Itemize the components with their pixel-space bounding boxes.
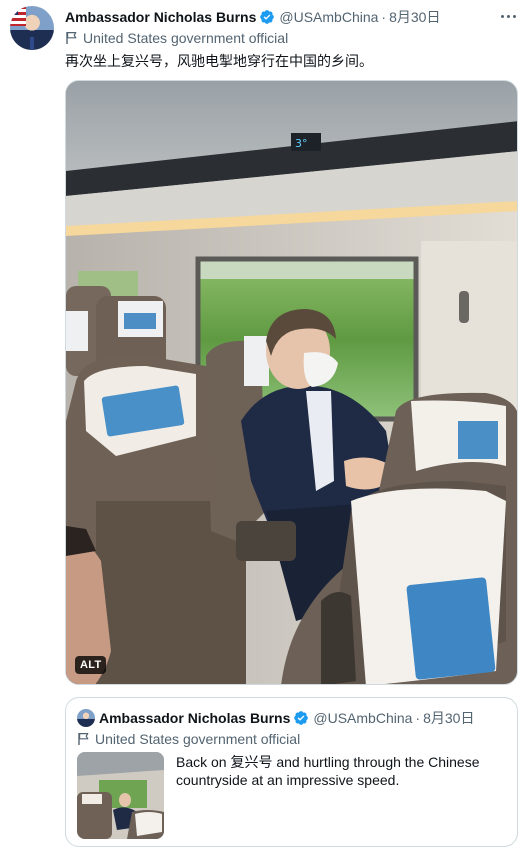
author-handle[interactable]: @USAmbChina (279, 9, 378, 25)
government-flag-icon (78, 733, 89, 745)
tweet[interactable]: Ambassador Nicholas Burns @USAmbChina · … (0, 0, 531, 853)
government-flag-icon (66, 32, 77, 44)
alt-text-badge[interactable]: ALT (75, 656, 107, 674)
quoted-affiliation-label: United States government official (77, 731, 300, 747)
quoted-tweet-thumbnail (77, 752, 164, 839)
tweet-photo[interactable]: 3° ALT (65, 80, 518, 685)
verified-badge-icon (260, 10, 275, 24)
tweet-text: 再次坐上复兴号，风驰电掣地穿行在中国的乡间。 (65, 53, 373, 69)
quoted-tweet-date: 8月30日 (423, 710, 475, 726)
quoted-tweet-header: Ambassador Nicholas Burns @USAmbChina · … (99, 708, 474, 728)
quoted-author-handle: @USAmbChina (313, 710, 413, 726)
tweet-date[interactable]: 8月30日 (389, 7, 440, 27)
verified-badge-icon (294, 711, 309, 725)
quoted-affiliation-text: United States government official (95, 731, 301, 747)
affiliation-text: United States government official (83, 30, 289, 46)
more-options-icon[interactable] (497, 6, 519, 26)
quoted-author-avatar (77, 709, 95, 727)
avatar-tie (30, 37, 34, 50)
quoted-tweet-text: Back on 复兴号 and hurtling through the Chi… (176, 754, 480, 788)
author-avatar[interactable] (10, 6, 54, 50)
svg-text:3°: 3° (295, 137, 308, 150)
affiliation-label[interactable]: United States government official (65, 30, 288, 46)
tweet-header: Ambassador Nicholas Burns @USAmbChina · … (65, 7, 440, 27)
separator-dot: · (415, 710, 421, 726)
quoted-author-name: Ambassador Nicholas Burns (99, 710, 291, 726)
quoted-tweet[interactable]: Ambassador Nicholas Burns @USAmbChina · … (65, 697, 518, 847)
us-flag-graphic (10, 6, 26, 26)
separator-dot: · (381, 9, 387, 25)
author-name[interactable]: Ambassador Nicholas Burns (65, 9, 256, 25)
train-interior-image: 3° (66, 81, 517, 684)
